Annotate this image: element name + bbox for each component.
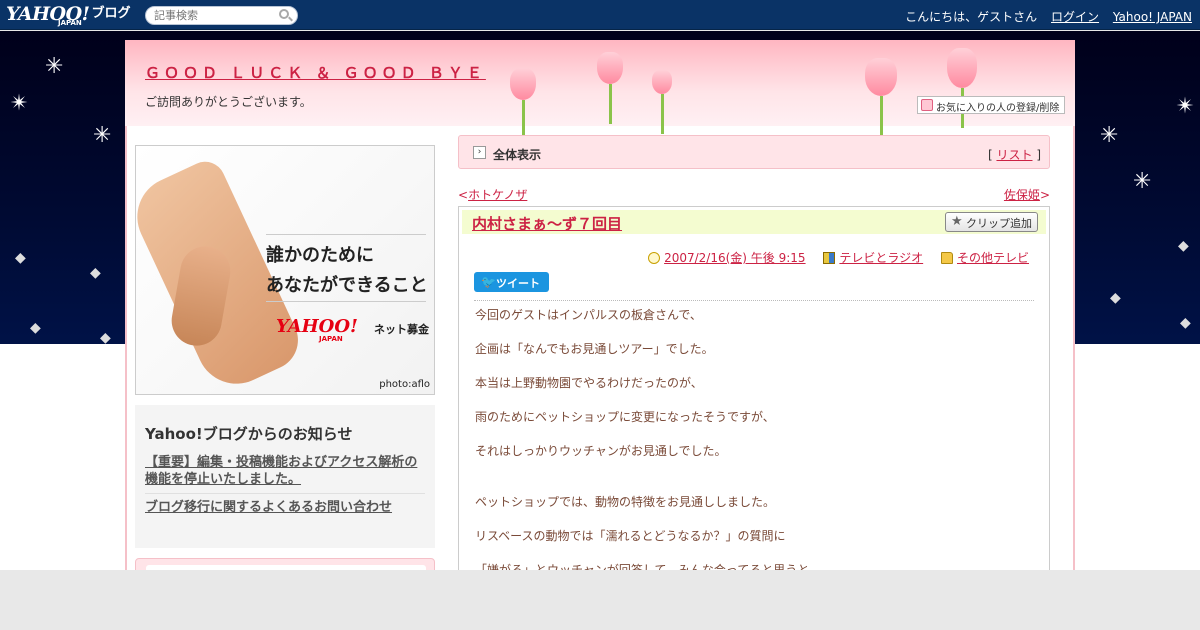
banner-text-line1: 誰かのために bbox=[266, 245, 374, 266]
sidebar-box bbox=[135, 558, 435, 570]
top-bar: YAHOO!ブログ JAPAN こんにちは、ゲストさん ログイン Yahoo! … bbox=[0, 0, 1200, 30]
donation-banner[interactable]: 誰かのために あなたができること YAHOO! JAPAN ネット募金 phot… bbox=[135, 145, 435, 395]
photo-credit: photo:aflo bbox=[379, 379, 430, 390]
star-icon: ◆ bbox=[1180, 315, 1191, 331]
blog-header: ＧＯＯＤ ＬＵＣＫ ＆ ＧＯＯＤ ＢＹＥ ご訪問ありがとうございます。 お気に入… bbox=[125, 40, 1075, 140]
article: 内村さまぁ～ず７回目 ★ クリップ追加 2007/2/16(金) 午後 9:15… bbox=[458, 206, 1050, 570]
notice-panel: Yahoo!ブログからのお知らせ 【重要】編集・投稿機能およびアクセス解析の機能… bbox=[135, 405, 435, 548]
banner-net-donation: ネット募金 bbox=[374, 323, 429, 336]
article-paragraph: 企画は「なんでもお見通しツアー」でした。 bbox=[475, 342, 714, 356]
favorite-button-label: お気に入りの人の登録/削除 bbox=[936, 103, 1060, 114]
notice-link-faq[interactable]: ブログ移行に関するよくあるお問い合わせ bbox=[145, 499, 425, 521]
clock-icon bbox=[648, 252, 661, 264]
clip-add-label: クリップ追加 bbox=[966, 217, 1032, 230]
book-icon bbox=[823, 252, 836, 264]
page-border-right bbox=[1073, 126, 1075, 570]
tulip-decoration bbox=[597, 52, 623, 124]
prev-article-link[interactable]: ホトケノザ bbox=[468, 188, 527, 202]
logo-sub: JAPAN bbox=[58, 19, 82, 27]
yahoo-blog-logo[interactable]: YAHOO! ブログ JAPAN bbox=[6, 2, 131, 27]
star-icon: ✳ bbox=[1133, 169, 1152, 194]
banner-yahoo-logo: YAHOO! bbox=[276, 316, 358, 337]
article-paragraph: 今回のゲストはインパルスの板倉さんで、 bbox=[475, 308, 702, 322]
tulip-decoration bbox=[652, 70, 672, 134]
favorite-icon bbox=[921, 99, 933, 111]
article-paragraph: 雨のためにペットショップに変更になったそうですが、 bbox=[475, 410, 775, 424]
star-icon: ◆ bbox=[15, 250, 26, 266]
search-input[interactable] bbox=[145, 6, 298, 25]
next-article-link[interactable]: 佐保姫 bbox=[1004, 188, 1040, 202]
star-icon: ✳ bbox=[1100, 123, 1119, 148]
blog-page: ＧＯＯＤ ＬＵＣＫ ＆ ＧＯＯＤ ＢＹＥ ご訪問ありがとうございます。 お気に入… bbox=[125, 40, 1075, 570]
article-meta: 2007/2/16(金) 午後 9:15 テレビとラジオ その他テレビ bbox=[648, 249, 1029, 266]
article-paragraph: 本当は上野動物園でやるわけだったのが、 bbox=[475, 376, 703, 390]
article-date-link[interactable]: 2007/2/16(金) 午後 9:15 bbox=[664, 251, 805, 265]
star-icon: ★ bbox=[951, 214, 963, 229]
tweet-label: ツイート bbox=[496, 277, 540, 290]
favorite-register-button[interactable]: お気に入りの人の登録/削除 bbox=[917, 96, 1065, 114]
login-link[interactable]: ログイン bbox=[1051, 10, 1099, 24]
logo-blog: ブログ bbox=[91, 6, 131, 21]
page-border-left bbox=[125, 126, 127, 570]
folder-icon bbox=[940, 252, 953, 264]
star-icon: ◆ bbox=[1178, 238, 1189, 254]
all-display-bar: › 全体表示 [ リスト ] bbox=[458, 135, 1050, 169]
tulip-decoration bbox=[510, 68, 536, 140]
blog-title[interactable]: ＧＯＯＤ ＬＵＣＫ ＆ ＧＯＯＤ ＢＹＥ bbox=[145, 62, 486, 83]
banner-logo-sub: JAPAN bbox=[319, 335, 343, 343]
twitter-bird-icon: 🐦 bbox=[481, 275, 496, 289]
star-icon: ✴ bbox=[1176, 94, 1195, 119]
notice-link-important[interactable]: 【重要】編集・投稿機能およびアクセス解析の機能を停止いたしました。 bbox=[145, 454, 425, 494]
article-paragraph: リスベースの動物では「濡れるとどうなるか？」の質問に bbox=[475, 529, 786, 543]
star-icon: ◆ bbox=[90, 265, 101, 281]
article-paragraph: ペットショップでは、動物の特徴をお見通ししました。 bbox=[475, 495, 776, 509]
article-title-bar: 内村さまぁ～ず７回目 ★ クリップ追加 bbox=[462, 210, 1046, 234]
all-display-label[interactable]: 全体表示 bbox=[493, 146, 541, 163]
list-toggle: [ リスト ] bbox=[987, 148, 1041, 162]
search-icon[interactable] bbox=[279, 9, 289, 19]
article-paragraph: それはしっかりウッチャンがお見通しでした。 bbox=[475, 444, 727, 458]
category-link-tv-radio[interactable]: テレビとラジオ bbox=[839, 251, 923, 265]
divider bbox=[474, 300, 1034, 301]
star-icon: ✴ bbox=[10, 91, 29, 116]
star-icon: ◆ bbox=[1110, 290, 1121, 306]
notice-title: Yahoo!ブログからのお知らせ bbox=[145, 425, 353, 443]
tulip-decoration bbox=[947, 48, 977, 128]
article-paragraph: 「嫌がる」とウッチャンが回答して、みんな合ってると思うと bbox=[475, 563, 810, 570]
tulip-decoration bbox=[865, 58, 897, 136]
star-icon: ◆ bbox=[100, 330, 111, 346]
tweet-button[interactable]: 🐦 ツイート bbox=[474, 272, 549, 292]
yahoo-japan-link[interactable]: Yahoo! JAPAN bbox=[1113, 10, 1192, 24]
star-icon: ✳ bbox=[93, 123, 112, 148]
star-icon: ✳ bbox=[45, 54, 64, 79]
category-link-other-tv[interactable]: その他テレビ bbox=[957, 251, 1029, 265]
greeting-text: こんにちは、ゲストさん bbox=[905, 10, 1038, 24]
article-body: 今回のゲストはインパルスの板倉さんで、 企画は「なんでもお見通しツアー」でした。… bbox=[475, 307, 1035, 570]
banner-text-line2: あなたができること bbox=[266, 275, 428, 296]
article-title[interactable]: 内村さまぁ～ず７回目 bbox=[472, 213, 622, 234]
clip-add-button[interactable]: ★ クリップ追加 bbox=[945, 212, 1038, 232]
top-nav: こんにちは、ゲストさん ログイン Yahoo! JAPAN bbox=[905, 8, 1192, 25]
bottom-strip bbox=[0, 570, 1200, 630]
list-link[interactable]: リスト bbox=[996, 148, 1032, 162]
chevron-right-icon: › bbox=[473, 146, 486, 159]
star-icon: ◆ bbox=[30, 320, 41, 336]
divider bbox=[266, 301, 426, 302]
divider bbox=[266, 234, 426, 235]
blog-description: ご訪問ありがとうございます。 bbox=[145, 95, 312, 109]
